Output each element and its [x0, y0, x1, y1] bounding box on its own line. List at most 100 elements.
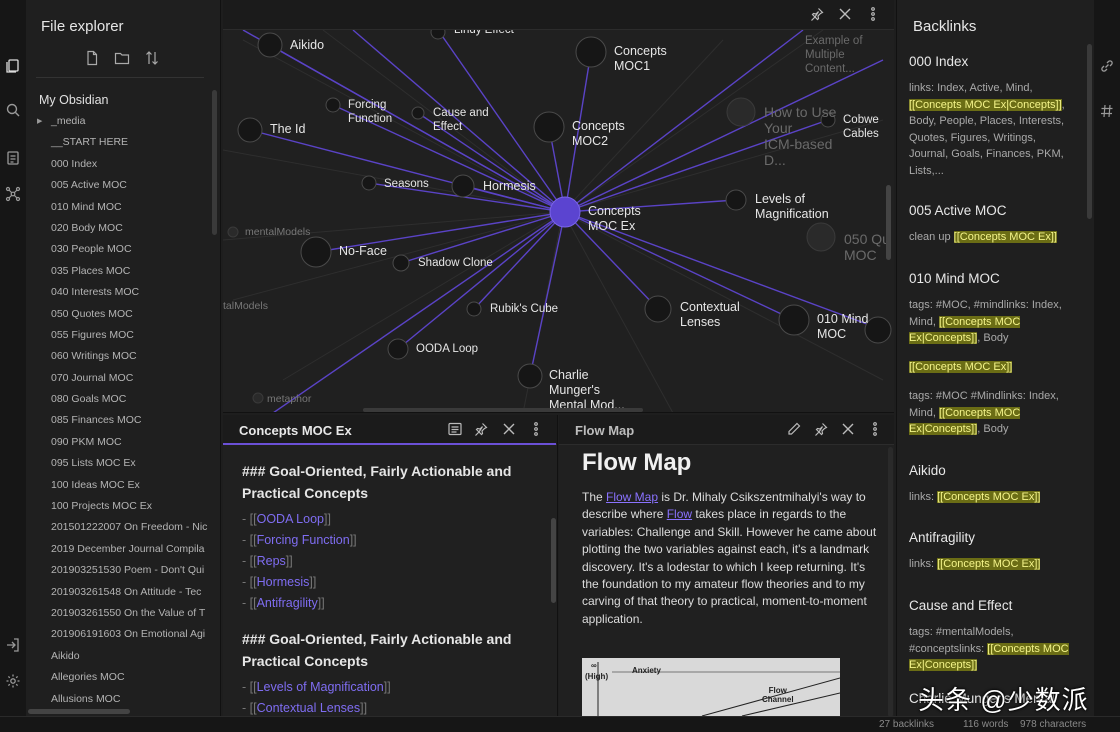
node-concepts-moc1[interactable]: Concepts MOC1	[614, 44, 667, 74]
node-ooda-loop[interactable]: OODA Loop	[416, 342, 478, 357]
files-icon[interactable]	[5, 58, 21, 74]
preview-tab-title[interactable]: Flow Map	[575, 423, 634, 438]
editor-heading[interactable]: ### Goal-Oriented, Fairly Actionable and…	[242, 460, 532, 504]
file-item[interactable]: 100 Projects MOC Ex	[36, 496, 216, 517]
sort-icon[interactable]	[144, 50, 162, 68]
backlink-context[interactable]: clean up [[Concepts MOC Ex]]	[909, 229, 1077, 246]
node-050-quotes-moc[interactable]: 050 Qu MOC	[844, 231, 890, 263]
settings-gear-icon[interactable]	[5, 673, 21, 689]
preview-pane[interactable]: Flow Map Flow Map The Flow Map is Dr. Mi…	[559, 415, 894, 716]
backlink-context[interactable]: tags: #MOC, #mindlinks: Index, Mind, [[C…	[909, 297, 1077, 347]
backlink-context[interactable]: [[Concepts MOC Ex]]	[909, 359, 1077, 376]
file-item[interactable]: 050 Quotes MOC	[36, 304, 216, 325]
backlink-note-title[interactable]: 010 Mind MOC	[909, 270, 1077, 288]
node-charlie-munger[interactable]: Charlie Munger's Mental Mod...	[549, 368, 625, 412]
internal-link-flow[interactable]: Flow	[667, 507, 692, 521]
graph-view-icon[interactable]	[5, 186, 21, 202]
node-cobweb-cables[interactable]: Cobwe Cables	[843, 113, 879, 141]
file-item[interactable]: 040 Interests MOC	[36, 282, 216, 303]
graph-view-pane[interactable]: Aikido Lindy Effect Concepts MOC1 Exampl…	[223, 0, 894, 413]
status-backlinks-count[interactable]: 27 backlinks	[879, 719, 934, 730]
graph-vscrollbar[interactable]	[886, 185, 891, 260]
edit-pencil-icon[interactable]	[786, 421, 804, 439]
file-item[interactable]: 030 People MOC	[36, 239, 216, 260]
file-item[interactable]: 201501222007 On Freedom - Nic	[36, 517, 216, 538]
wiki-link[interactable]: Hormesis	[257, 575, 310, 589]
tag-hash-icon[interactable]	[1099, 103, 1115, 119]
file-item[interactable]: 201903261548 On Attitude - Tec	[36, 582, 216, 603]
file-item[interactable]: 201903261550 On the Value of T	[36, 603, 216, 624]
preview-scrollbar[interactable]	[888, 447, 893, 716]
backlink-entry[interactable]: 005 Active MOC clean up [[Concepts MOC Ex…	[909, 202, 1077, 246]
wiki-link[interactable]: Contextual Lenses	[257, 701, 361, 715]
file-item[interactable]: 005 Active MOC	[36, 175, 216, 196]
node-forcing-function[interactable]: Forcing Function	[348, 98, 392, 126]
backlink-entry[interactable]: 000 Index links: Index, Active, Mind, [[C…	[909, 53, 1077, 179]
open-vault-icon[interactable]	[5, 637, 21, 653]
file-item[interactable]: 055 Figures MOC	[36, 325, 216, 346]
outline-icon[interactable]	[5, 150, 21, 166]
node-the-id[interactable]: The Id	[270, 122, 305, 137]
file-item[interactable]: 020 Body MOC	[36, 218, 216, 239]
pin-icon[interactable]	[473, 421, 491, 439]
node-no-face[interactable]: No-Face	[339, 244, 387, 259]
close-icon[interactable]	[837, 6, 855, 24]
file-item[interactable]: 035 Places MOC	[36, 261, 216, 282]
wiki-link[interactable]: Levels of Magnification	[257, 680, 384, 694]
file-item[interactable]: 201903251530 Poem - Don't Qui	[36, 560, 216, 581]
close-icon[interactable]	[840, 421, 858, 439]
caret-right-icon[interactable]: ▶	[37, 111, 42, 132]
backlink-entry[interactable]: Antifragility links: [[Concepts MOC Ex]]	[909, 529, 1077, 573]
node-concepts-moc-ex[interactable]: Concepts MOC Ex	[588, 204, 641, 234]
backlink-entry[interactable]: tags: #MOC #Mindlinks: Index, Mind, [[Co…	[909, 379, 1077, 438]
node-example-multiple-content[interactable]: Example of Multiple Content...	[805, 34, 863, 76]
file-item[interactable]: __START HERE	[36, 132, 216, 153]
backlink-context[interactable]: links: [[Concepts MOC Ex]]	[909, 556, 1077, 573]
file-item[interactable]: Allegories MOC	[36, 667, 216, 688]
node-levels-of-magnification[interactable]: Levels of Magnification	[755, 192, 829, 222]
search-icon[interactable]	[5, 102, 21, 118]
editor-pane[interactable]: Concepts MOC Ex ### Goal-Oriented, Fairl…	[223, 415, 558, 716]
file-list-scrollbar[interactable]	[212, 90, 217, 235]
folder-item[interactable]: ▶ _media	[36, 111, 216, 132]
file-item[interactable]: 201906191603 On Emotional Agi	[36, 624, 216, 645]
file-item[interactable]: 090 PKM MOC	[36, 432, 216, 453]
editor-scrollbar[interactable]	[551, 518, 556, 603]
backlink-context[interactable]: tags: #MOC #Mindlinks: Index, Mind, [[Co…	[909, 388, 1077, 438]
file-list-hscrollbar[interactable]	[28, 709, 130, 714]
backlink-context[interactable]: tags: #mentalModels, #conceptslinks: [[C…	[909, 624, 1077, 674]
node-tal-models[interactable]: talModels	[223, 299, 268, 314]
file-item[interactable]: 060 Writings MOC	[36, 346, 216, 367]
node-010-mind-moc[interactable]: 010 Mind MOC	[817, 312, 868, 342]
node-how-to-use-icm[interactable]: How to Use Your ICM-based D...	[764, 104, 836, 168]
node-rubiks-cube[interactable]: Rubik's Cube	[490, 302, 558, 317]
wiki-link[interactable]: Reps	[257, 554, 286, 568]
backlink-entry[interactable]: [[Concepts MOC Ex]]	[909, 350, 1077, 376]
file-item[interactable]: 010 Mind MOC	[36, 197, 216, 218]
node-shadow-clone[interactable]: Shadow Clone	[418, 256, 493, 271]
backlink-context[interactable]: links: [[Concepts MOC Ex]]	[909, 489, 1077, 506]
more-options-icon[interactable]	[528, 421, 546, 439]
backlink-note-title[interactable]: 000 Index	[909, 53, 1077, 71]
node-aikido[interactable]: Aikido	[290, 38, 324, 53]
backlink-context[interactable]: links: Index, Active, Mind, [[Concepts M…	[909, 80, 1077, 179]
file-item[interactable]: 095 Lists MOC Ex	[36, 453, 216, 474]
vault-name[interactable]: My Obsidian	[39, 93, 108, 107]
backlinks-scrollbar[interactable]	[1087, 44, 1092, 219]
new-note-icon[interactable]	[84, 50, 102, 68]
backlink-entry[interactable]: 010 Mind MOC tags: #MOC, #mindlinks: Inde…	[909, 270, 1077, 347]
file-item[interactable]: 000 Index	[36, 154, 216, 175]
new-folder-icon[interactable]	[114, 50, 132, 68]
backlink-entry[interactable]: Cause and Effect tags: #mentalModels, #co…	[909, 597, 1077, 674]
editor-tab-title[interactable]: Concepts MOC Ex	[239, 423, 352, 438]
wiki-link[interactable]: OODA Loop	[257, 512, 324, 526]
node-concepts-moc2[interactable]: Concepts MOC2	[572, 119, 625, 149]
file-item[interactable]: 070 Journal MOC	[36, 368, 216, 389]
wiki-link[interactable]: Antifragility	[257, 596, 318, 610]
file-item[interactable]: 2019 December Journal Compila	[36, 539, 216, 560]
backlink-entry[interactable]: Aikido links: [[Concepts MOC Ex]]	[909, 462, 1077, 506]
file-item[interactable]: Allusions MOC	[36, 689, 216, 710]
file-item[interactable]: 100 Ideas MOC Ex	[36, 475, 216, 496]
file-item[interactable]: 085 Finances MOC	[36, 410, 216, 431]
graph-hscrollbar[interactable]	[363, 408, 643, 412]
